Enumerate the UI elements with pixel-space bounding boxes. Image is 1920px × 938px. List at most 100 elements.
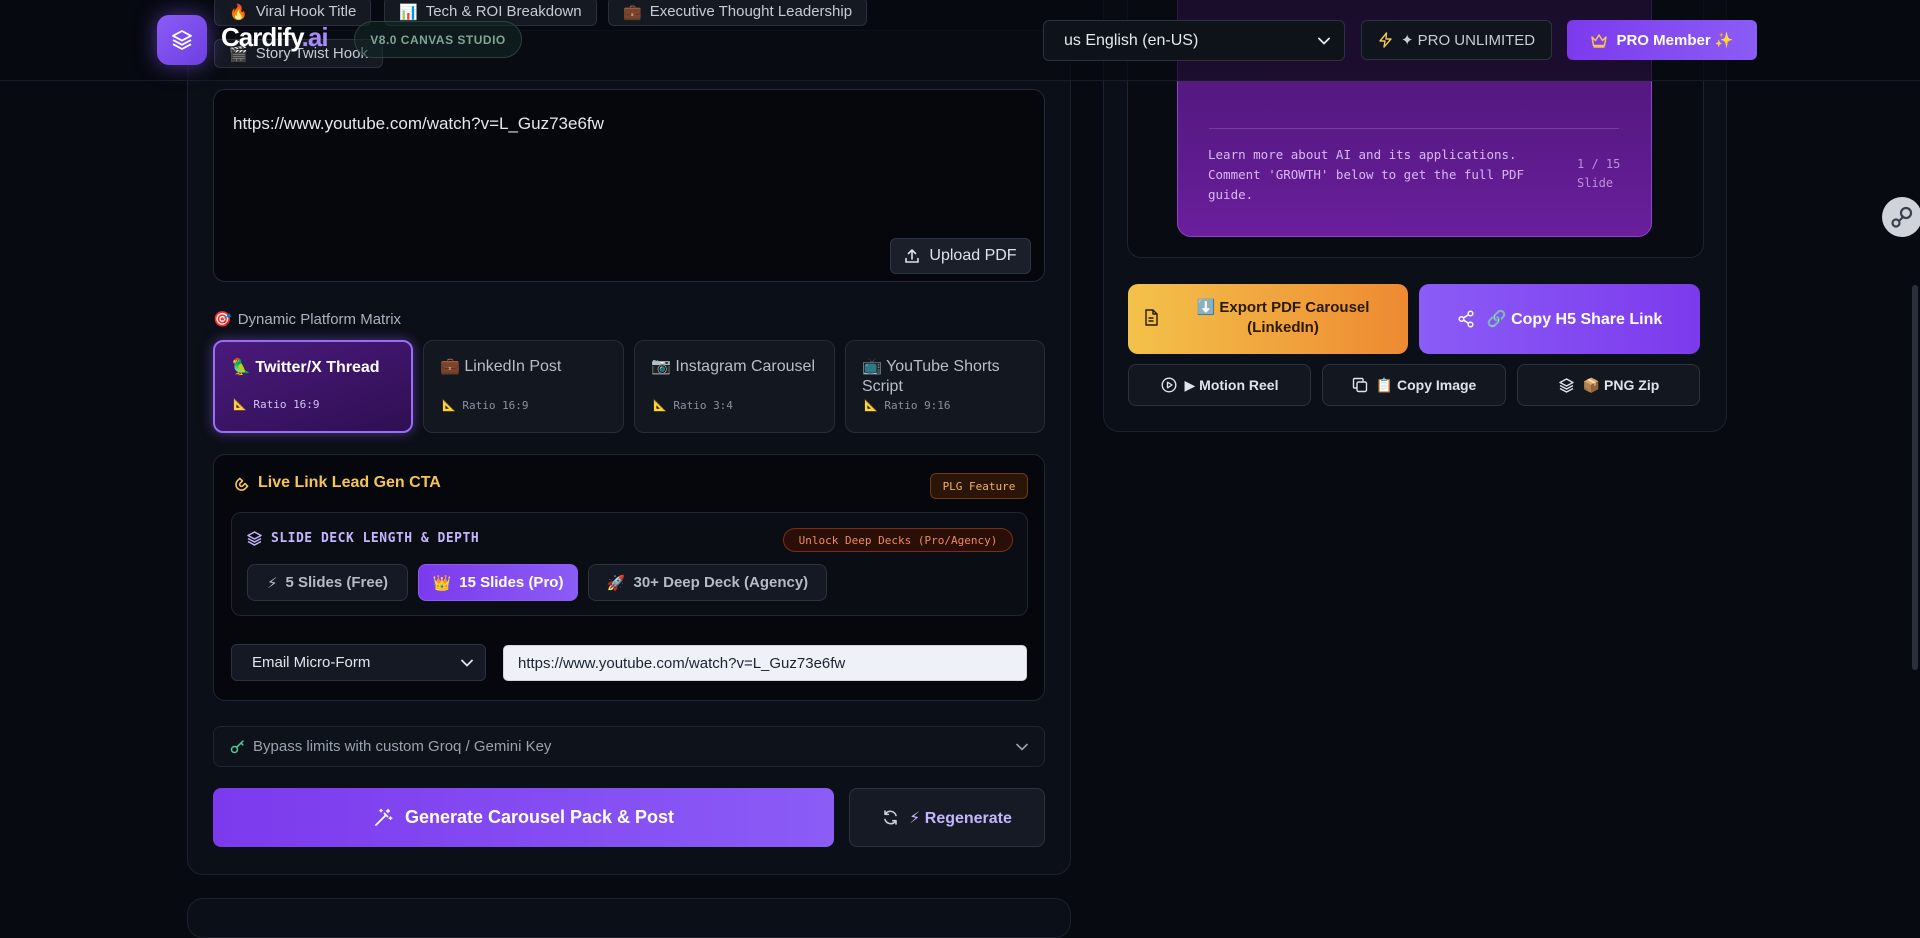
platform-ratio: Ratio 9:16 [884,399,951,412]
platform-ratio: Ratio 16:9 [462,399,529,412]
pro-unlimited-button[interactable]: ✦ PRO UNLIMITED [1361,20,1552,60]
regenerate-label: ⚡ Regenerate [909,809,1012,827]
twitter-icon: 🦜 [231,359,251,376]
tv-icon: 📺 [862,358,882,375]
platform-section-label: 🎯 Dynamic Platform Matrix [213,310,402,329]
platform-name: Twitter/X Thread [255,359,380,376]
form-type-value: Email Micro-Form [252,654,371,671]
deck-option-15-slides[interactable]: 👑 15 Slides (Pro) [418,564,578,601]
plg-feature-badge: PLG Feature [930,473,1028,499]
template-label: Tech & ROI Breakdown [425,3,582,20]
png-zip-button[interactable]: 📦 PNG Zip [1517,364,1700,406]
layers-icon [246,530,263,547]
pro-member-label: PRO Member ✨ [1616,32,1734,49]
cta-form-type-select[interactable]: Email Micro-Form [231,644,486,681]
copy-image-button[interactable]: 📋 Copy Image [1322,364,1506,406]
platform-name: YouTube Shorts Script [862,358,1000,395]
layers-logo-icon [170,28,194,52]
deck-option-5-slides[interactable]: ⚡ 5 Slides (Free) [247,564,408,601]
bolt-icon [1378,32,1393,48]
magic-wand-icon [373,808,393,828]
unlock-deep-decks-badge[interactable]: Unlock Deep Decks (Pro/Agency) [783,528,1013,552]
key-icon [230,739,245,754]
export-pdf-sublabel: (LinkedIn) [1247,319,1319,336]
fire-icon: 🔥 [229,3,248,21]
language-select[interactable]: us English (en-US) [1043,20,1345,61]
refresh-icon [882,809,899,826]
export-pdf-button[interactable]: ⬇️ Export PDF Carousel (LinkedIn) [1128,284,1408,354]
chevron-down-icon [1318,37,1330,45]
deck-option-label: 5 Slides (Free) [285,574,389,591]
cta-link-input[interactable] [503,645,1027,681]
brand-name-main: Cardify [221,22,303,52]
chevron-down-icon [1016,743,1028,751]
motion-reel-button[interactable]: ▶ Motion Reel [1128,364,1311,406]
slide-page-unit: Slide [1577,176,1614,190]
platform-name: Instagram Carousel [675,358,815,375]
pro-unlimited-label: ✦ PRO UNLIMITED [1400,32,1536,49]
slide-page-number: 1 / 15 [1577,157,1621,171]
upload-icon [904,248,920,264]
ruler-icon: 📐 [653,399,667,412]
deck-option-label: 30+ Deep Deck (Agency) [633,574,809,591]
bypass-key-accordion[interactable]: Bypass limits with custom Groq / Gemini … [213,726,1045,767]
platform-card-linkedin[interactable]: 💼 LinkedIn Post 📐 Ratio 16:9 [423,340,624,433]
crown-icon [1590,33,1608,48]
steam-icon[interactable] [1882,197,1920,237]
magnet-icon [233,475,250,492]
share-label: 🔗 Copy H5 Share Link [1486,311,1663,328]
platform-card-youtube[interactable]: 📺 YouTube Shorts Script 📐 Ratio 9:16 [845,340,1045,433]
ruler-icon: 📐 [864,399,878,412]
cta-title: Live Link Lead Gen CTA [233,474,441,492]
briefcase-icon: 💼 [623,3,642,21]
pro-member-button[interactable]: PRO Member ✨ [1567,20,1757,60]
deck-title-text: SLIDE DECK LENGTH & DEPTH [271,531,480,546]
slide-divider [1209,128,1619,129]
deck-option-label: 15 Slides (Pro) [459,574,564,591]
ruler-icon: 📐 [233,398,247,411]
brand-name: Cardify.ai [221,22,329,53]
template-label: Viral Hook Title [255,3,357,20]
language-value: us English (en-US) [1064,31,1199,49]
export-pdf-label: ⬇️ Export PDF Carousel [1196,299,1370,316]
play-circle-icon [1160,377,1177,393]
copy-share-link-button[interactable]: 🔗 Copy H5 Share Link [1419,284,1700,354]
slide-page-indicator: 1 / 15 Slide [1577,155,1620,193]
platform-card-twitter[interactable]: 🦜 Twitter/X Thread 📐 Ratio 16:9 [213,340,413,433]
layers-icon [1558,377,1575,394]
cta-title-text: Live Link Lead Gen CTA [258,474,441,491]
template-chip-executive[interactable]: 💼 Executive Thought Leadership [608,0,868,26]
briefcase-icon: 💼 [440,358,460,375]
copy-icon [1352,377,1368,393]
camera-icon: 📷 [651,358,671,375]
regenerate-button[interactable]: ⚡ Regenerate [849,788,1045,847]
rocket-icon: 🚀 [606,574,626,592]
deck-option-30-slides[interactable]: 🚀 30+ Deep Deck (Agency) [588,564,827,601]
generate-label: Generate Carousel Pack & Post [404,807,675,827]
bypass-label: Bypass limits with custom Groq / Gemini … [253,738,552,755]
share-icon [1457,310,1475,328]
upload-pdf-button[interactable]: Upload PDF [890,238,1031,274]
scrollbar-thumb[interactable] [1912,285,1918,670]
generate-carousel-button[interactable]: Generate Carousel Pack & Post [213,788,834,847]
ruler-icon: 📐 [442,399,456,412]
logo[interactable] [157,15,207,65]
platform-ratio: Ratio 16:9 [253,398,320,411]
template-label: Executive Thought Leadership [649,3,853,20]
platform-section-title: Dynamic Platform Matrix [237,310,402,328]
next-section-card [187,898,1071,938]
chevron-down-icon [461,659,473,667]
source-url-text[interactable]: https://www.youtube.com/watch?v=L_Guz73e… [233,114,604,134]
slide-body-text: Learn more about AI and its applications… [1208,147,1525,202]
file-icon [1144,309,1158,326]
chart-icon: 📊 [399,3,418,21]
brand-name-suffix: .ai [301,22,329,52]
version-badge: V8.0 CANVAS STUDIO [354,21,522,58]
platform-card-instagram[interactable]: 📷 Instagram Carousel 📐 Ratio 3:4 [634,340,835,433]
motion-reel-label: ▶ Motion Reel [1184,376,1279,393]
crown-icon: 👑 [432,574,452,592]
deck-title: SLIDE DECK LENGTH & DEPTH [246,530,479,547]
png-zip-label: 📦 PNG Zip [1582,376,1660,393]
platform-name: LinkedIn Post [464,358,562,375]
copy-image-label: 📋 Copy Image [1375,376,1477,393]
